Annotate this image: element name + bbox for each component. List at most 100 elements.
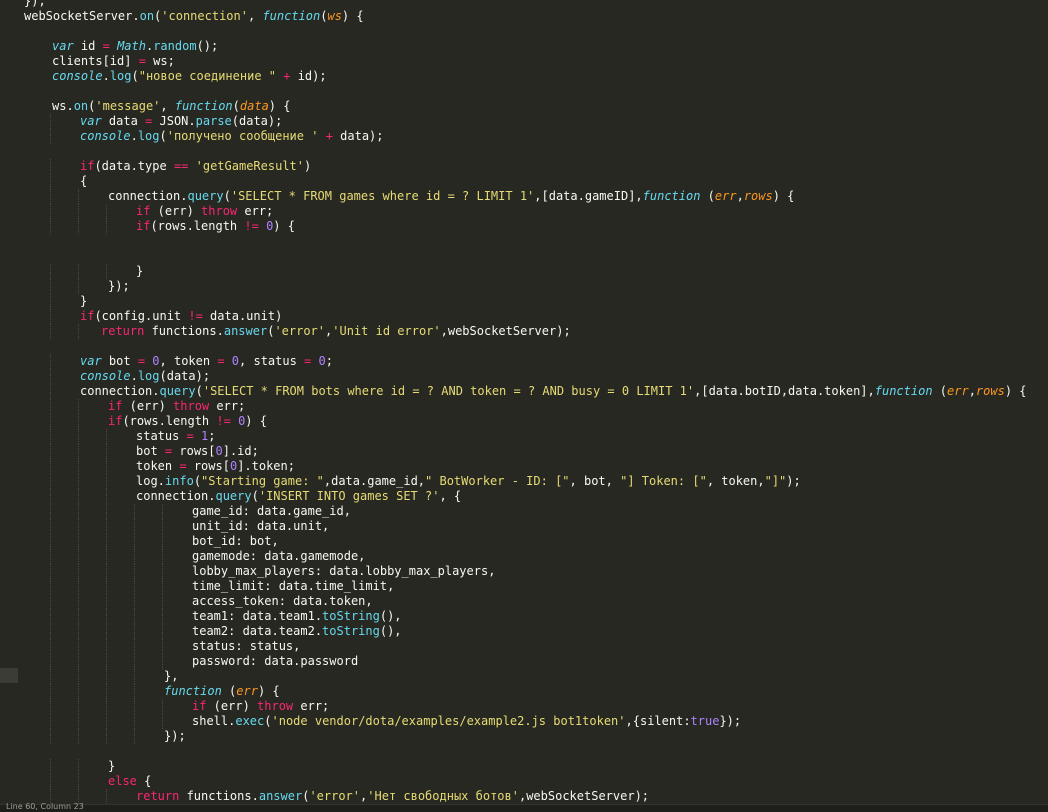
- indent-guide: [50, 354, 51, 369]
- code-line[interactable]: });: [0, 729, 1048, 744]
- code-token: }: [108, 759, 116, 773]
- code-line[interactable]: [0, 234, 1048, 249]
- code-line[interactable]: [0, 144, 1048, 159]
- code-line[interactable]: {: [0, 174, 1048, 189]
- code-line[interactable]: ws.on('message', function(data) {: [0, 99, 1048, 114]
- code-token: var: [80, 114, 102, 128]
- code-line[interactable]: });: [0, 279, 1048, 294]
- code-text: var data = JSON.parse(data);: [80, 114, 282, 129]
- code-line[interactable]: connection.query('INSERT INTO games SET …: [0, 489, 1048, 504]
- code-line[interactable]: team2: data.team2.toString(),: [0, 624, 1048, 639]
- code-token: var: [80, 354, 102, 368]
- code-token: ,: [968, 384, 976, 398]
- code-text: gamemode: data.gamemode,: [192, 549, 365, 564]
- code-line[interactable]: var id = Math.random();: [0, 39, 1048, 54]
- code-line[interactable]: team1: data.team1.toString(),: [0, 609, 1048, 624]
- code-line[interactable]: function (err) {: [0, 684, 1048, 699]
- code-token: });: [719, 714, 742, 728]
- code-line[interactable]: bot = rows[0].id;: [0, 444, 1048, 459]
- code-line[interactable]: if (err) throw err;: [0, 699, 1048, 714]
- code-token: 'error': [309, 789, 361, 803]
- indent-guide: [50, 429, 51, 444]
- indent-guide: [162, 594, 163, 609]
- code-line[interactable]: console.log(data);: [0, 369, 1048, 384]
- code-token: "Starting game: ": [201, 474, 324, 488]
- indent-guide: [106, 564, 107, 579]
- code-line[interactable]: [0, 744, 1048, 759]
- code-line[interactable]: if(rows.length != 0) {: [0, 414, 1048, 429]
- code-line[interactable]: webSocketServer.on('connection', functio…: [0, 9, 1048, 24]
- code-token: shell.: [192, 714, 236, 728]
- code-line[interactable]: if (err) throw err;: [0, 399, 1048, 414]
- code-token: 'SELECT * FROM bots where id = ? AND tok…: [202, 384, 695, 398]
- indent-guide: [78, 504, 79, 519]
- code-line[interactable]: }: [0, 264, 1048, 279]
- code-text: log.info("Starting game: ",data.game_id,…: [136, 474, 801, 489]
- code-token: password: data.password: [192, 654, 359, 668]
- code-line[interactable]: connection.query('SELECT * FROM games wh…: [0, 189, 1048, 204]
- code-area[interactable]: }); webSocketServer.on('connection', func…: [0, 0, 1048, 804]
- code-line[interactable]: if (err) throw err;: [0, 204, 1048, 219]
- code-line[interactable]: connection.query('SELECT * FROM bots whe…: [0, 384, 1048, 399]
- code-line[interactable]: console.log("новое соединение " + id);: [0, 69, 1048, 84]
- code-line[interactable]: gamemode: data.gamemode,: [0, 549, 1048, 564]
- code-text: return functions.answer('error','Unit id…: [101, 324, 571, 339]
- code-line[interactable]: console.log('получено сообщение ' + data…: [0, 129, 1048, 144]
- code-line[interactable]: else {: [0, 774, 1048, 789]
- code-line[interactable]: if(rows.length != 0) {: [0, 219, 1048, 234]
- code-editor[interactable]: }); webSocketServer.on('connection', func…: [0, 0, 1048, 805]
- code-line[interactable]: if(config.unit != data.unit): [0, 309, 1048, 324]
- code-line[interactable]: lobby_max_players: data.lobby_max_player…: [0, 564, 1048, 579]
- code-token: log.: [136, 474, 165, 488]
- code-line[interactable]: });: [0, 0, 1048, 9]
- indent-guide: [162, 714, 163, 729]
- indent-guide: [50, 519, 51, 534]
- code-text: ws.on('message', function(data) {: [52, 99, 290, 114]
- indent-guide: [162, 639, 163, 654]
- code-line[interactable]: bot_id: bot,: [0, 534, 1048, 549]
- code-line[interactable]: [0, 249, 1048, 264]
- indent-guide: [78, 579, 79, 594]
- code-line[interactable]: clients[id] = ws;: [0, 54, 1048, 69]
- code-line[interactable]: }: [0, 294, 1048, 309]
- code-line[interactable]: access_token: data.token,: [0, 594, 1048, 609]
- code-line[interactable]: status = 1;: [0, 429, 1048, 444]
- code-line[interactable]: if(data.type == 'getGameResult'): [0, 159, 1048, 174]
- code-line[interactable]: log.info("Starting game: ",data.game_id,…: [0, 474, 1048, 489]
- code-token: return: [101, 324, 145, 338]
- indent-guide: [50, 759, 51, 774]
- code-line[interactable]: return functions.answer('error','Unit id…: [0, 324, 1048, 339]
- indent-guide: [106, 654, 107, 669]
- code-token: err: [714, 189, 737, 203]
- code-text: team2: data.team2.toString(),: [192, 624, 402, 639]
- code-line[interactable]: unit_id: data.unit,: [0, 519, 1048, 534]
- code-token: (),: [379, 609, 402, 623]
- status-text: Line 60, Column 23: [6, 802, 84, 811]
- code-token: "] Token: [": [620, 474, 707, 488]
- code-token: err: [236, 684, 258, 698]
- code-token: answer: [258, 789, 303, 803]
- indent-guide: [106, 609, 107, 624]
- code-line[interactable]: status: status,: [0, 639, 1048, 654]
- code-token: .: [130, 369, 138, 383]
- indent-guide: [106, 714, 107, 729]
- code-line[interactable]: [0, 24, 1048, 39]
- code-line[interactable]: }: [0, 759, 1048, 774]
- code-line[interactable]: var bot = 0, token = 0, status = 0;: [0, 354, 1048, 369]
- code-line[interactable]: token = rows[0].token;: [0, 459, 1048, 474]
- code-text: console.log('получено сообщение ' + data…: [80, 129, 384, 144]
- indent-guide: [78, 759, 79, 774]
- code-line[interactable]: return functions.answer('error','Нет сво…: [0, 789, 1048, 804]
- code-line[interactable]: [0, 84, 1048, 99]
- code-line[interactable]: time_limit: data.time_limit,: [0, 579, 1048, 594]
- code-line[interactable]: var data = JSON.parse(data);: [0, 114, 1048, 129]
- code-line[interactable]: game_id: data.game_id,: [0, 504, 1048, 519]
- code-line[interactable]: },: [0, 669, 1048, 684]
- code-token: Math: [117, 39, 146, 53]
- code-line[interactable]: password: data.password: [0, 654, 1048, 669]
- code-line[interactable]: [0, 339, 1048, 354]
- code-line[interactable]: shell.exec('node vendor/dota/examples/ex…: [0, 714, 1048, 729]
- code-token: else: [108, 774, 137, 788]
